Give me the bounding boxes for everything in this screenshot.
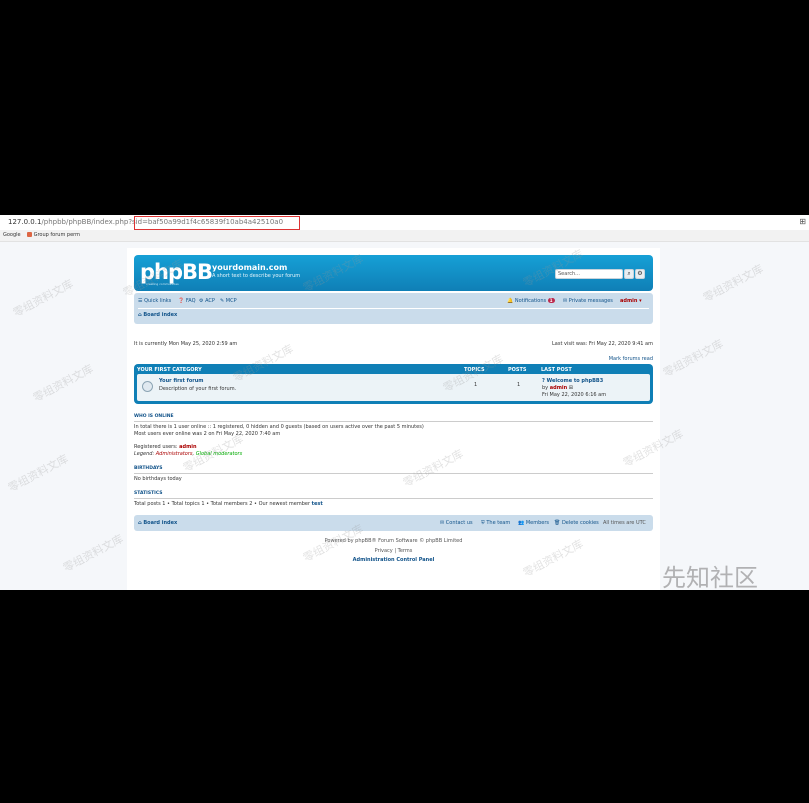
- divider: [134, 498, 653, 499]
- faq-link[interactable]: ❓ FAQ: [178, 298, 196, 304]
- mcp-link[interactable]: ✎ MCP: [220, 298, 237, 304]
- col-topics: TOPICS: [464, 367, 485, 373]
- footer-nav-bar: ⌂ Board index ✉ Contact us ⛨ The team 👥 …: [134, 515, 653, 531]
- forum-title-link[interactable]: Your first forum: [159, 378, 204, 384]
- bookmark-icon: [27, 232, 32, 237]
- topics-count: 1: [474, 382, 478, 388]
- birthdays-text: No birthdays today: [134, 476, 182, 482]
- newest-member-link[interactable]: test: [312, 501, 323, 507]
- gear-icon: ⚙: [637, 270, 643, 277]
- current-time: It is currently Mon May 25, 2020 2:59 am: [134, 341, 238, 347]
- online-summary: In total there is 1 user online :: 1 reg…: [134, 424, 424, 430]
- acp-footer-link[interactable]: Administration Control Panel: [127, 557, 660, 563]
- terms-link[interactable]: Terms: [398, 548, 413, 554]
- members-link[interactable]: 👥 Members: [518, 520, 549, 526]
- watermark-text: 零组资料文库: [661, 337, 726, 380]
- breadcrumb-board-index[interactable]: ⌂ Board index: [138, 312, 177, 318]
- site-watermark-logo: 先知社区: [662, 564, 758, 590]
- last-post-user[interactable]: admin: [550, 385, 567, 391]
- registered-users: Registered users: admin: [134, 444, 197, 450]
- delete-cookies-link[interactable]: 🗑 Delete cookies: [554, 520, 599, 526]
- last-visit: Last visit was: Fri May 22, 2020 9:41 am: [551, 341, 653, 347]
- online-record: Most users ever online was 2 on Fri May …: [134, 431, 281, 437]
- watermark-text: 零组资料文库: [6, 452, 71, 495]
- legend-global-moderators[interactable]: Global moderators: [196, 451, 243, 457]
- watermark-text: 零组资料文库: [11, 277, 76, 320]
- statistics-text: Total posts 1 • Total topics 1 • Total m…: [134, 501, 323, 507]
- footer-breadcrumb[interactable]: ⌂ Board index: [138, 520, 177, 526]
- who-is-online-heading[interactable]: WHO IS ONLINE: [134, 414, 174, 419]
- online-legend: Legend: Administrators, Global moderator…: [134, 451, 243, 457]
- divider: [134, 421, 653, 422]
- posts-count: 1: [517, 382, 521, 388]
- view-post-icon[interactable]: ⊞: [569, 385, 573, 391]
- watermark-text: 零组资料文库: [701, 262, 766, 305]
- birthdays-heading: BIRTHDAYS: [134, 466, 163, 471]
- last-post-date: Fri May 22, 2020 6:16 am: [542, 392, 607, 398]
- advanced-search-button[interactable]: ⚙: [635, 269, 645, 279]
- statistics-heading: STATISTICS: [134, 491, 163, 496]
- nav-divider: [138, 308, 649, 309]
- divider: [134, 473, 653, 474]
- browser-screenshot: 127.0.0.1/phpbb/phpBB/index.php?sid=baf5…: [0, 215, 809, 590]
- search-button[interactable]: ⌕: [624, 269, 634, 279]
- col-last-post: LAST POST: [541, 367, 572, 373]
- timezone-label: All times are UTC: [603, 520, 646, 526]
- logo-tagline: creating communities: [146, 282, 179, 286]
- url-highlight-box: [134, 216, 300, 230]
- forum-page: phpBB creating communities yourdomain.co…: [127, 248, 660, 590]
- site-title[interactable]: yourdomain.com: [212, 263, 287, 272]
- privacy-link[interactable]: Privacy: [375, 548, 393, 554]
- site-description: A short text to describe your forum: [212, 273, 301, 279]
- contact-us-link[interactable]: ✉ Contact us: [440, 520, 473, 526]
- notifications-link[interactable]: 🔔 Notifications 1: [507, 298, 555, 304]
- site-header: phpBB creating communities yourdomain.co…: [134, 255, 653, 291]
- forum-read-icon: [142, 381, 153, 392]
- search-icon: ⌕: [627, 270, 631, 277]
- bookmark-google[interactable]: Google: [3, 232, 21, 238]
- search-input[interactable]: Search...: [555, 269, 623, 279]
- nav-bar: ☰ Quick links ❓ FAQ ⚙ ACP ✎ MCP 🔔 Notifi…: [134, 293, 653, 324]
- private-messages-link[interactable]: ✉ Private messages: [563, 298, 613, 304]
- forum-category: YOUR FIRST CATEGORY TOPICS POSTS LAST PO…: [134, 364, 653, 404]
- watermark-text: 零组资料文库: [31, 362, 96, 405]
- category-title[interactable]: YOUR FIRST CATEGORY: [137, 367, 202, 373]
- quick-links-menu[interactable]: ☰ Quick links: [138, 298, 171, 304]
- watermark-text: 零组资料文库: [61, 532, 126, 575]
- acp-link[interactable]: ⚙ ACP: [199, 298, 215, 304]
- bookmarks-bar: Google Group forum perm: [0, 230, 809, 242]
- notification-badge: 1: [547, 298, 555, 303]
- extension-icon[interactable]: ⊞: [799, 217, 806, 226]
- powered-by: Powered by phpBB® Forum Software © phpBB…: [324, 538, 463, 544]
- legend-administrators[interactable]: Administrators: [156, 451, 193, 457]
- phpbb-logo[interactable]: phpBB: [140, 260, 213, 284]
- last-post-title[interactable]: ? Welcome to phpBB3: [542, 378, 603, 384]
- user-menu[interactable]: admin ▾: [620, 298, 642, 304]
- bookmark-group-forum[interactable]: Group forum perm: [27, 232, 80, 238]
- forum-description: Description of your first forum.: [159, 386, 237, 392]
- forum-row[interactable]: Your first forum Description of your fir…: [137, 374, 650, 401]
- address-bar[interactable]: 127.0.0.1/phpbb/phpBB/index.php?sid=baf5…: [0, 215, 809, 231]
- col-posts: POSTS: [508, 367, 527, 373]
- last-post-author: by admin ⊞: [542, 385, 573, 391]
- online-user-admin[interactable]: admin: [179, 444, 196, 450]
- mark-forums-read-link[interactable]: Mark forums read: [609, 356, 653, 362]
- team-link[interactable]: ⛨ The team: [481, 520, 510, 526]
- footer-links: Privacy | Terms: [374, 548, 413, 554]
